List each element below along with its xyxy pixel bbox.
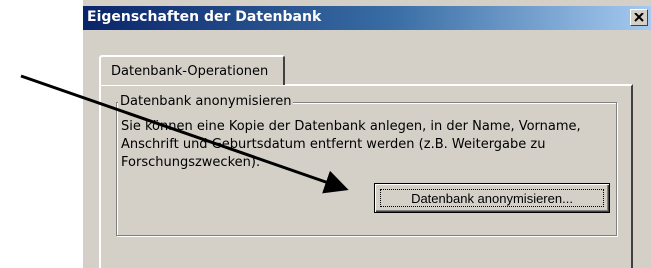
annotation-arrow-icon: [20, 74, 349, 194]
